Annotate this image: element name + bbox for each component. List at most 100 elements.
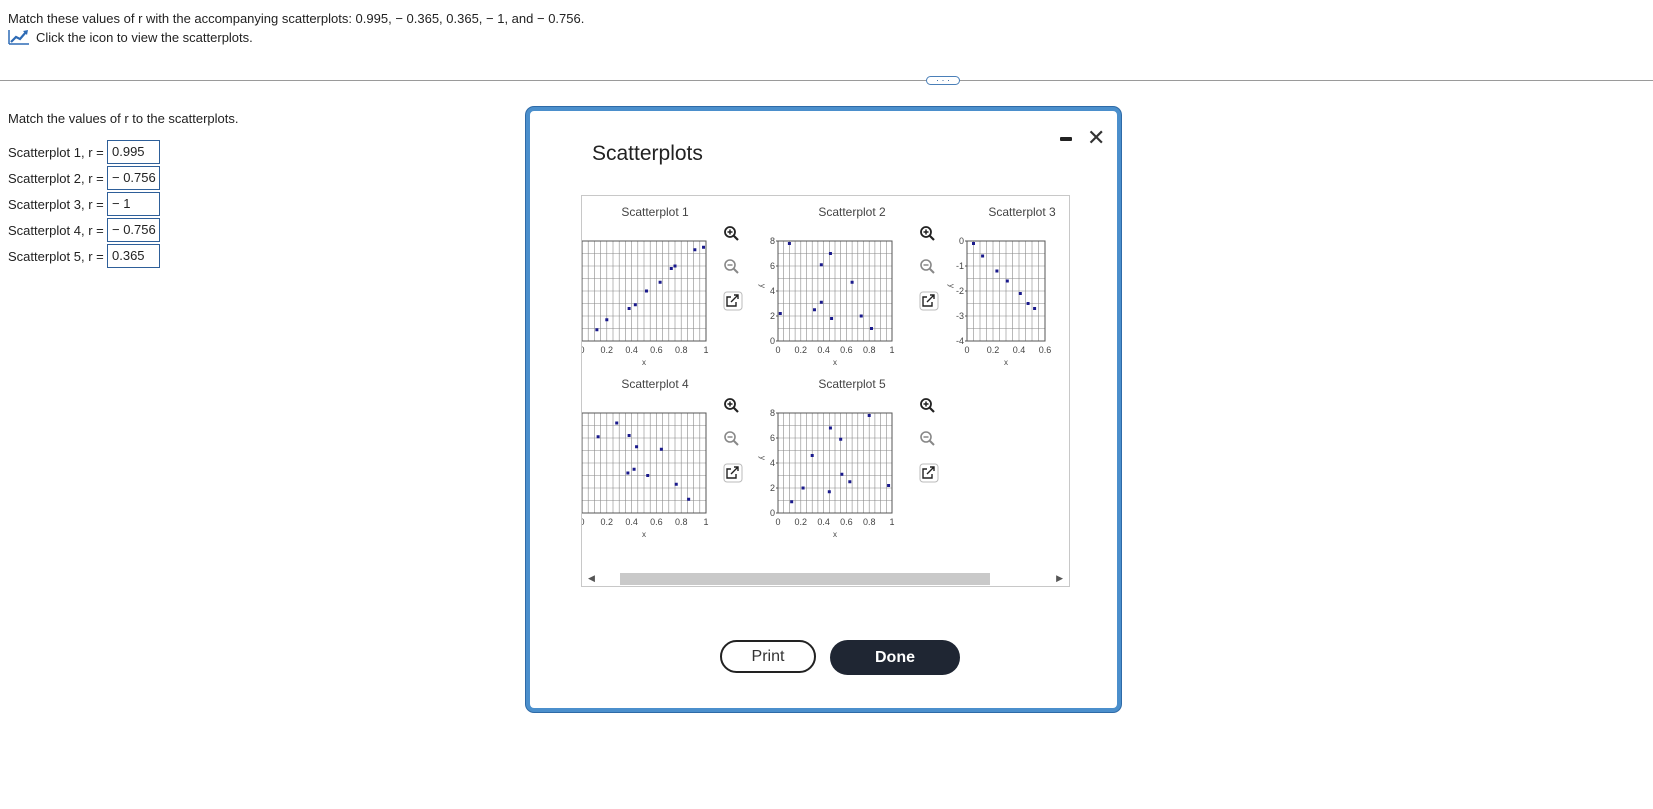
scroll-left-icon[interactable]: ◀ bbox=[588, 571, 595, 586]
horizontal-scrollbar[interactable]: ◀ ▶ bbox=[581, 571, 1070, 587]
x-tick-label: 0.8 bbox=[675, 517, 688, 527]
answer-field-4[interactable]: − 0.756 bbox=[107, 218, 160, 242]
answer-label: Scatterplot 3, r = bbox=[8, 196, 104, 212]
data-point bbox=[981, 254, 985, 258]
data-point bbox=[819, 300, 823, 304]
data-point bbox=[635, 445, 639, 449]
data-point bbox=[605, 318, 609, 322]
x-axis-label: x bbox=[642, 358, 646, 367]
minimize-icon[interactable] bbox=[1060, 137, 1072, 141]
data-point bbox=[859, 314, 863, 318]
data-point bbox=[627, 434, 631, 437]
data-point bbox=[632, 467, 636, 471]
line-chart-icon[interactable] bbox=[8, 29, 30, 45]
data-point bbox=[674, 482, 678, 486]
x-tick-label: 0.2 bbox=[601, 517, 614, 527]
close-icon[interactable]: ✕ bbox=[1087, 127, 1105, 149]
expand-button[interactable]: · · · bbox=[926, 76, 960, 85]
data-point bbox=[626, 471, 630, 475]
scrollbar-thumb[interactable] bbox=[620, 573, 990, 585]
data-point bbox=[887, 484, 891, 487]
y-tick-label: 4 bbox=[770, 458, 775, 468]
data-point bbox=[627, 307, 631, 310]
zoom-out-icon[interactable] bbox=[733, 440, 739, 446]
data-point bbox=[850, 280, 854, 284]
plot-title: Scatterplot 5 bbox=[818, 377, 886, 391]
data-point bbox=[659, 447, 663, 451]
y-tick-label: 0 bbox=[770, 336, 775, 346]
data-point bbox=[867, 414, 871, 417]
data-point bbox=[1018, 292, 1022, 295]
section-divider bbox=[0, 80, 1653, 81]
plot-title: Scatterplot 4 bbox=[621, 377, 689, 391]
data-point bbox=[848, 480, 852, 484]
answer-label: Scatterplot 1, r = bbox=[8, 144, 104, 160]
answer-row-5: Scatterplot 5, r = 0.365 bbox=[8, 244, 160, 268]
x-tick-label: 0.6 bbox=[650, 517, 663, 527]
x-tick-label: 0.8 bbox=[863, 517, 876, 527]
zoom-in-icon[interactable] bbox=[929, 235, 935, 241]
hint-text[interactable]: Click the icon to view the scatterplots. bbox=[36, 30, 253, 45]
plot-title: Scatterplot 2 bbox=[818, 205, 886, 219]
x-tick-label: 0.6 bbox=[1039, 345, 1052, 355]
y-tick-label: -2 bbox=[956, 286, 964, 296]
scroll-right-icon[interactable]: ▶ bbox=[1056, 571, 1063, 586]
data-point bbox=[615, 421, 619, 425]
x-tick-label: 1 bbox=[889, 345, 894, 355]
x-tick-label: 0.4 bbox=[817, 345, 830, 355]
dialog-title: Scatterplots bbox=[592, 142, 703, 165]
done-button[interactable]: Done bbox=[830, 640, 960, 675]
answer-field-3[interactable]: − 1 bbox=[107, 192, 160, 216]
x-tick-label: 0 bbox=[582, 517, 585, 527]
answer-row-4: Scatterplot 4, r = − 0.756 bbox=[8, 218, 160, 242]
x-tick-label: 0 bbox=[775, 517, 780, 527]
data-point bbox=[810, 454, 814, 457]
y-tick-label: 8 bbox=[770, 236, 775, 246]
x-tick-label: 0 bbox=[775, 345, 780, 355]
data-point bbox=[812, 308, 816, 312]
x-tick-label: 0.8 bbox=[675, 345, 688, 355]
zoom-out-icon[interactable] bbox=[929, 268, 935, 274]
data-point bbox=[972, 242, 975, 245]
print-button[interactable]: Print bbox=[720, 640, 816, 673]
x-tick-label: 0.4 bbox=[625, 517, 638, 527]
y-tick-label: -3 bbox=[956, 311, 964, 321]
answer-label: Scatterplot 4, r = bbox=[8, 222, 104, 238]
data-point bbox=[840, 472, 844, 476]
x-tick-label: 0 bbox=[582, 345, 585, 355]
x-tick-label: 0.2 bbox=[795, 517, 808, 527]
data-point bbox=[596, 435, 600, 439]
x-tick-label: 0.4 bbox=[1013, 345, 1026, 355]
view-scatterplots-link[interactable]: Click the icon to view the scatterplots. bbox=[8, 29, 253, 45]
zoom-in-icon[interactable] bbox=[929, 407, 935, 413]
scatterplots-viewport[interactable]: Scatterplot 1 0 0.2 0.4 0.6 0.8 1 x 0 2 4 6 8 Scatter… bbox=[581, 195, 1070, 587]
answer-row-1: Scatterplot 1, r = 0.995 bbox=[8, 140, 160, 164]
question-text: Match these values of r with the accompa… bbox=[8, 11, 585, 26]
answer-field-1[interactable]: 0.995 bbox=[107, 140, 160, 164]
x-tick-label: 0.2 bbox=[987, 345, 1000, 355]
zoom-out-icon[interactable] bbox=[929, 440, 935, 446]
y-tick-label: 0 bbox=[959, 236, 964, 246]
y-axis-label: y bbox=[758, 456, 767, 460]
y-tick-label: 4 bbox=[770, 286, 775, 296]
data-point bbox=[819, 263, 823, 267]
x-tick-label: 0.6 bbox=[840, 517, 853, 527]
x-axis-label: x bbox=[642, 530, 646, 539]
answer-field-2[interactable]: − 0.756 bbox=[107, 166, 160, 190]
data-point bbox=[790, 500, 794, 504]
data-point bbox=[633, 303, 637, 307]
x-tick-label: 0.8 bbox=[863, 345, 876, 355]
data-point bbox=[869, 327, 873, 330]
data-point bbox=[828, 426, 832, 430]
zoom-in-icon[interactable] bbox=[733, 235, 739, 241]
x-axis-label: x bbox=[833, 358, 837, 367]
answer-field-5[interactable]: 0.365 bbox=[107, 244, 160, 268]
y-tick-label: 2 bbox=[770, 311, 775, 321]
data-point bbox=[687, 497, 691, 501]
x-tick-label: 0.6 bbox=[840, 345, 853, 355]
answer-row-3: Scatterplot 3, r = − 1 bbox=[8, 192, 160, 216]
zoom-out-icon[interactable] bbox=[733, 268, 739, 274]
x-axis-label: x bbox=[833, 530, 837, 539]
data-point bbox=[995, 269, 999, 273]
zoom-in-icon[interactable] bbox=[733, 407, 739, 413]
